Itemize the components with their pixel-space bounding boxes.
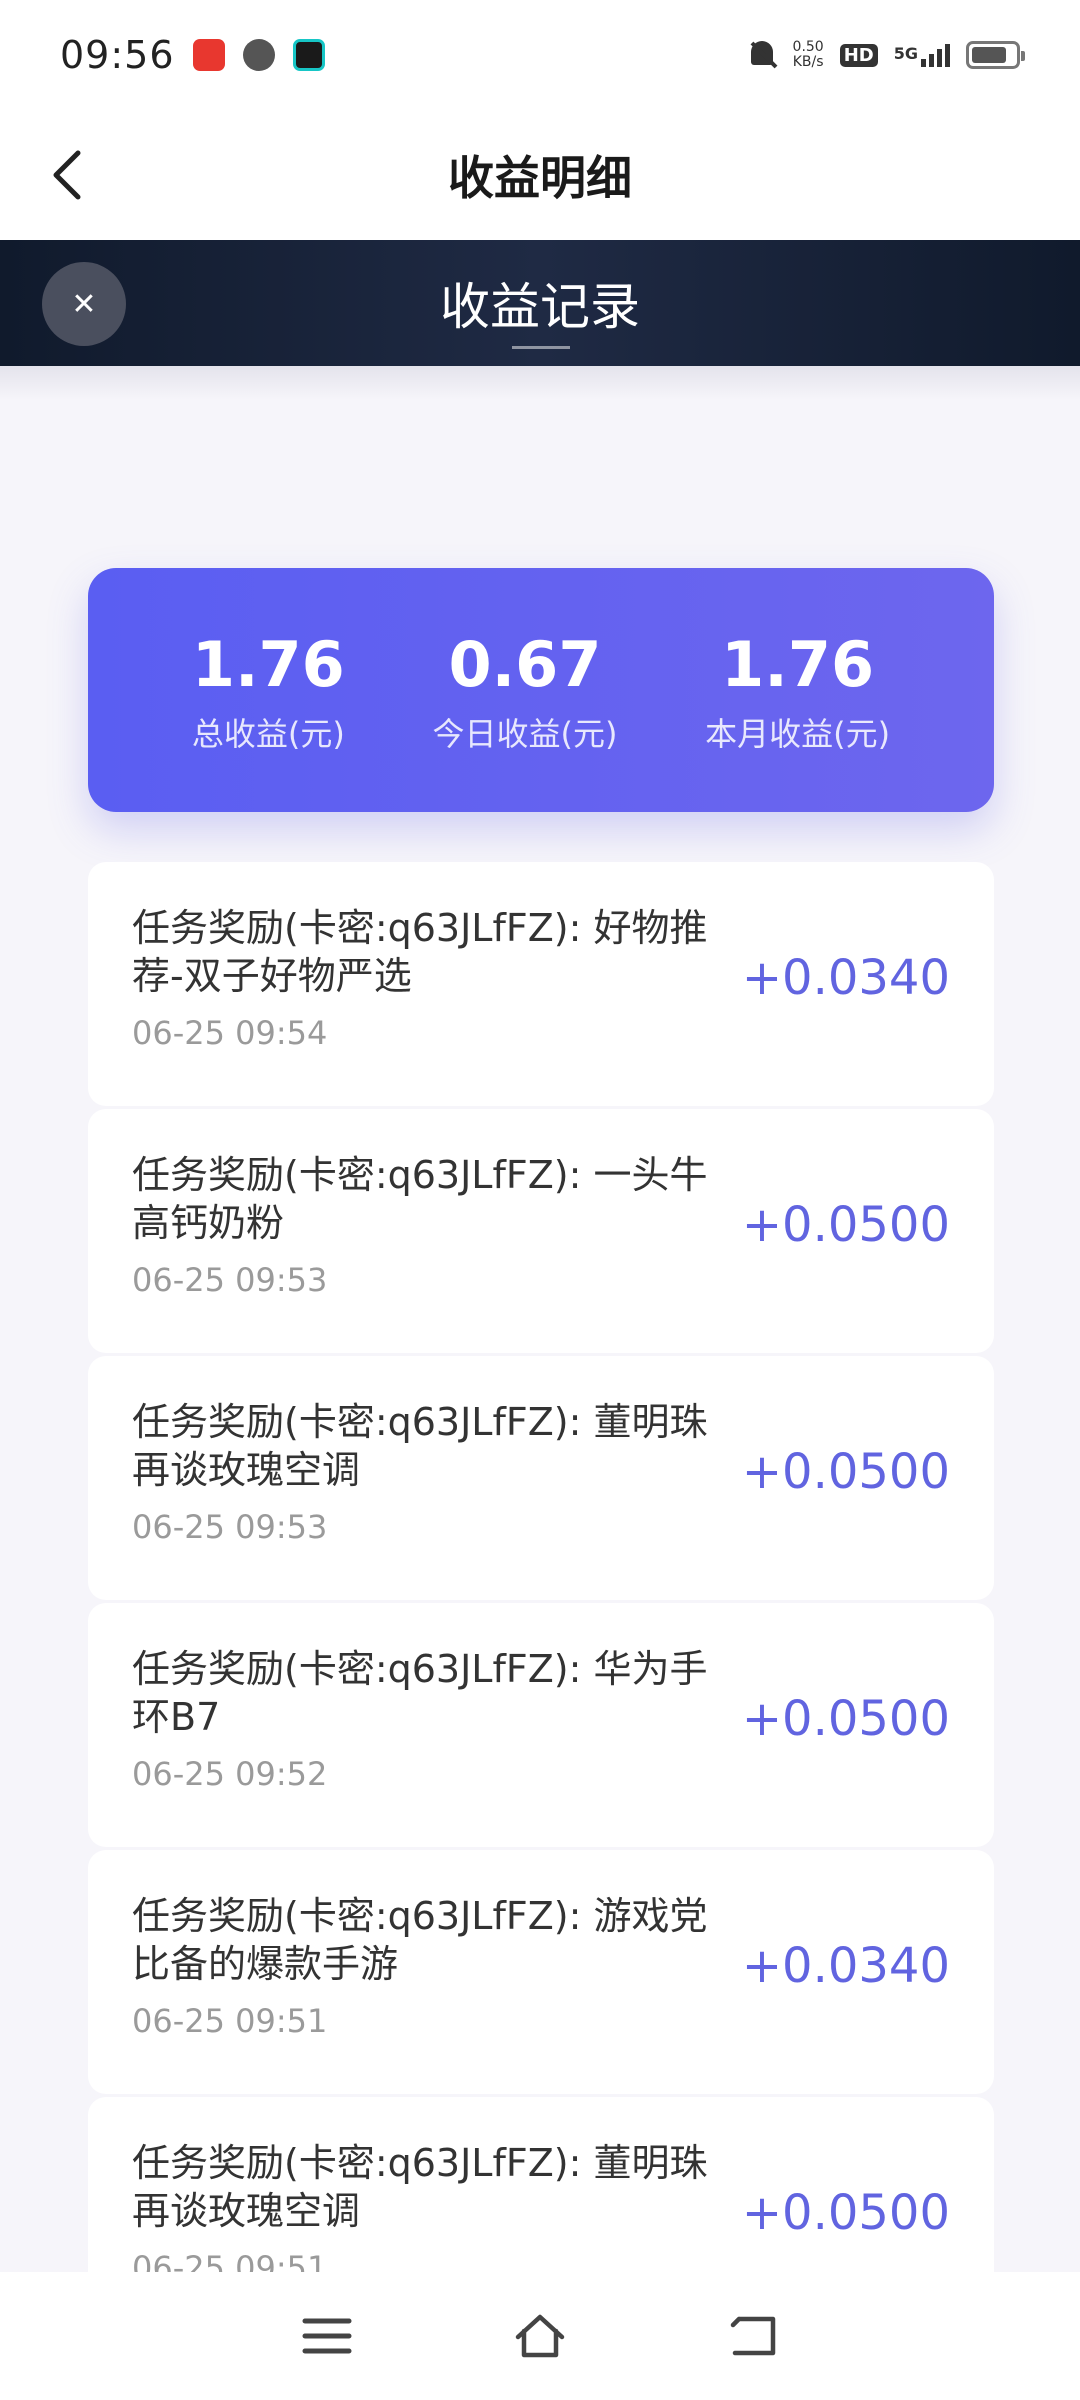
earnings-record-list[interactable]: 任务奖励(卡密:q63JLfFZ): 好物推荐-双子好物严选 06-25 09:… (88, 862, 994, 2272)
gray-app-icon (242, 39, 275, 71)
record-amount: +0.0500 (741, 1197, 950, 1253)
record-item[interactable]: 任务奖励(卡密:q63JLfFZ): 游戏党比备的爆款手游 06-25 09:5… (88, 1850, 994, 2094)
total-earnings-stat: 1.76 总收益(元) (192, 625, 345, 755)
menu-icon[interactable] (292, 2306, 362, 2366)
total-earnings-label: 总收益(元) (191, 715, 345, 753)
today-earnings-value: 0.67 (448, 628, 602, 701)
red-app-icon (192, 39, 225, 71)
network-type: 5G (893, 43, 918, 63)
record-amount: +0.0500 (741, 2185, 950, 2241)
record-item[interactable]: 任务奖励(卡密:q63JLfFZ): 一头牛高钙奶粉 06-25 09:53 +… (88, 1109, 994, 1353)
today-earnings-stat: 0.67 今日收益(元) (432, 625, 617, 755)
record-title: 任务奖励(卡密:q63JLfFZ): 一头牛高钙奶粉 (132, 1153, 708, 1245)
hd-icon: HD (839, 43, 878, 67)
status-left: 09:56 (60, 33, 325, 77)
record-amount: +0.0340 (741, 950, 950, 1006)
status-time: 09:56 (60, 33, 175, 77)
signal-icon: 5G (893, 43, 950, 67)
record-title: 任务奖励(卡密:q63JLfFZ): 游戏党比备的爆款手游 (132, 1894, 708, 1986)
net-speed: 0.50 KB/s (793, 40, 824, 70)
month-earnings-label: 本月收益(元) (705, 715, 891, 753)
record-title: 任务奖励(卡密:q63JLfFZ): 董明珠再谈玫瑰空调 (132, 1400, 708, 1492)
month-earnings-value: 1.76 (721, 628, 875, 701)
status-right: 0.50 KB/s HD 5G (747, 39, 1025, 71)
record-item[interactable]: 任务奖励(卡密:q63JLfFZ): 董明珠再谈玫瑰空调 06-25 09:51… (88, 2097, 994, 2272)
banner-divider (0, 366, 1080, 400)
record-time: 06-25 09:51 (132, 2249, 328, 2272)
banner-title: 收益记录 (440, 267, 640, 349)
record-time: 06-25 09:53 (132, 1508, 328, 1546)
record-time: 06-25 09:54 (132, 1014, 328, 1052)
net-speed-unit: KB/s (792, 54, 824, 70)
records-banner: ✕ 收益记录 (0, 240, 1080, 366)
record-item[interactable]: 任务奖励(卡密:q63JLfFZ): 华为手环B7 06-25 09:52 +0… (88, 1603, 994, 1847)
status-bar: 09:56 0.50 KB/s HD 5G (0, 0, 1080, 110)
record-title: 任务奖励(卡密:q63JLfFZ): 好物推荐-双子好物严选 (132, 906, 708, 998)
record-item[interactable]: 任务奖励(卡密:q63JLfFZ): 好物推荐-双子好物严选 06-25 09:… (88, 862, 994, 1106)
record-time: 06-25 09:51 (132, 2002, 328, 2040)
battery-icon (966, 41, 1025, 69)
system-nav-bar (0, 2272, 1080, 2400)
chevron-left-icon[interactable] (40, 145, 100, 205)
home-icon[interactable] (505, 2306, 575, 2366)
page-header: 收益明细 (0, 110, 1080, 240)
earnings-summary-card: 1.76 总收益(元) 0.67 今日收益(元) 1.76 本月收益(元) (88, 568, 994, 812)
bell-muted-icon (747, 39, 777, 71)
record-amount: +0.0500 (741, 1444, 950, 1500)
back-icon[interactable] (718, 2306, 788, 2366)
dark-app-icon (292, 39, 325, 71)
total-earnings-value: 1.76 (191, 628, 345, 701)
record-time: 06-25 09:53 (132, 1261, 328, 1299)
month-earnings-stat: 1.76 本月收益(元) (705, 625, 890, 755)
page-title: 收益明细 (448, 151, 632, 205)
record-amount: +0.0340 (741, 1938, 950, 1994)
record-item[interactable]: 任务奖励(卡密:q63JLfFZ): 董明珠再谈玫瑰空调 06-25 09:53… (88, 1356, 994, 1600)
record-title: 任务奖励(卡密:q63JLfFZ): 董明珠再谈玫瑰空调 (132, 2141, 708, 2233)
close-icon[interactable]: ✕ (42, 262, 126, 346)
record-amount: +0.0500 (741, 1691, 950, 1747)
today-earnings-label: 今日收益(元) (432, 715, 618, 753)
record-time: 06-25 09:52 (132, 1755, 328, 1793)
net-speed-value: 0.50 (792, 39, 824, 55)
record-title: 任务奖励(卡密:q63JLfFZ): 华为手环B7 (132, 1647, 708, 1739)
